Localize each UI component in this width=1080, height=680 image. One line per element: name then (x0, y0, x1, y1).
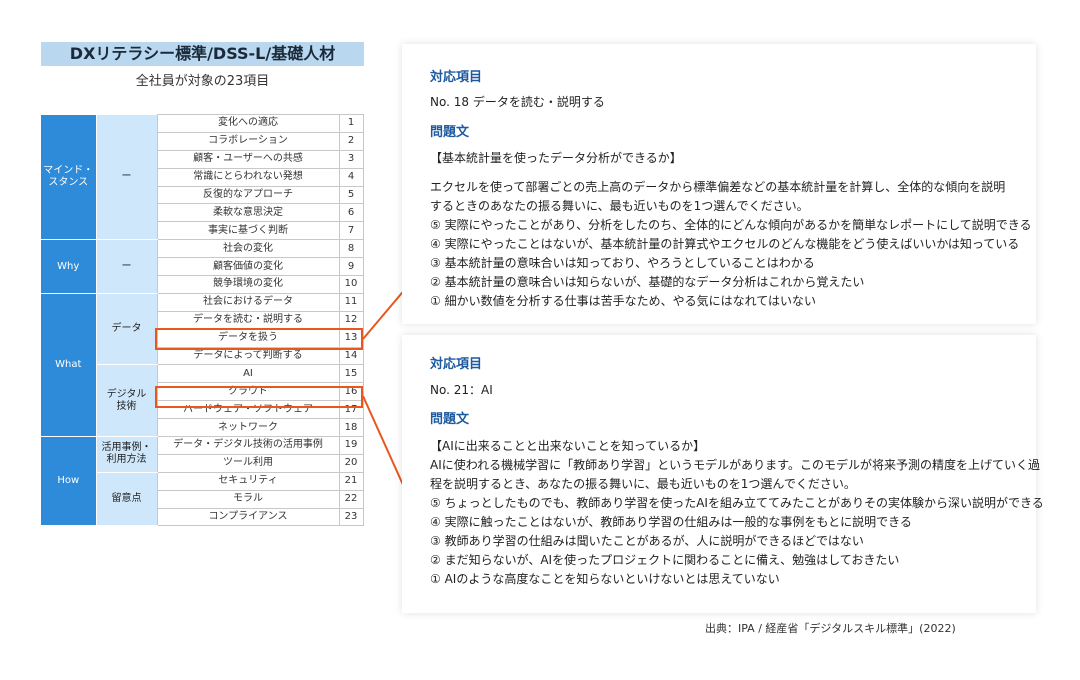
card2-option-3: ③ 教師あり学習の仕組みは聞いたことがあるが、人に説明ができるほどではない (430, 534, 864, 548)
card1-item-value: No. 18 データを読む・説明する (430, 95, 605, 109)
card2-option-1: ① AIのような高度なことを知らないといけないとは思えていない (430, 572, 780, 586)
card1-option-5: ⑤ 実際にやったことがあり、分析をしたのち、全体的にどんな傾向があるかを簡単なレ… (430, 218, 1032, 232)
card2-body-line2: 程を説明するとき、あなたの振る舞いに、最も近いものを1つ選んでください。 (430, 477, 856, 491)
card2-item-value: No. 21：AI (430, 383, 493, 397)
card1-heading: 【基本統計量を使ったデータ分析ができるか】 (430, 151, 682, 165)
source-citation: 出典：IPA / 経産省「デジタルスキル標準」(2022) (705, 622, 956, 635)
card2-body-line1: AIに使われる機械学習に「教師あり学習」というモデルがあります。このモデルが将来… (430, 458, 1040, 472)
card2-body: AIに使われる機械学習に「教師あり学習」というモデルがあります。このモデルが将来… (430, 456, 1044, 589)
card1-body-line1: エクセルを使って部署ごとの売上高のデータから標準偏差などの基本統計量を計算し、全… (430, 180, 1006, 194)
card1-option-2: ② 基本統計量の意味合いは知らないが、基礎的なデータ分析はこれから覚えたい (430, 275, 865, 289)
card1-body-line2: するときのあなたの振る舞いに、最も近いものを1つ選んでください。 (430, 199, 809, 213)
card1-item-label: 対応項目 (430, 70, 483, 85)
card2-option-2: ② まだ知らないが、AIを使ったプロジェクトに関わることに備え、勉強はしておきた… (430, 553, 900, 567)
card2-heading: 【AIに出来ることと出来ないことを知っているか】 (430, 439, 706, 453)
card2-option-5: ⑤ ちょっとしたものでも、教師あり学習を使ったAIを組み立ててみたことがありその… (430, 496, 1044, 510)
card2-item-label: 対応項目 (430, 357, 483, 372)
question-card-2: 対応項目 No. 21：AI 問題文 【AIに出来ることと出来ないことを知ってい… (402, 335, 1044, 613)
card1-option-1: ① 細かい数値を分析する仕事は苦手なため、やる気にはなれてはいない (430, 294, 816, 308)
card1-option-4: ④ 実際にやったことはないが、基本統計量の計算式やエクセルのどんな機能をどう使え… (430, 237, 1020, 251)
question-card-1: 対応項目 No. 18 データを読む・説明する 問題文 【基本統計量を使ったデー… (402, 44, 1036, 324)
card2-option-4: ④ 実際に触ったことはないが、教師あり学習の仕組みは一般的な事例をもとに説明でき… (430, 515, 912, 529)
card1-option-3: ③ 基本統計量の意味合いは知っており、やろうとしていることはわかる (430, 256, 815, 270)
card1-body: エクセルを使って部署ごとの売上高のデータから標準偏差などの基本統計量を計算し、全… (430, 178, 1032, 311)
card2-question-label: 問題文 (430, 412, 470, 427)
card1-question-label: 問題文 (430, 125, 470, 140)
